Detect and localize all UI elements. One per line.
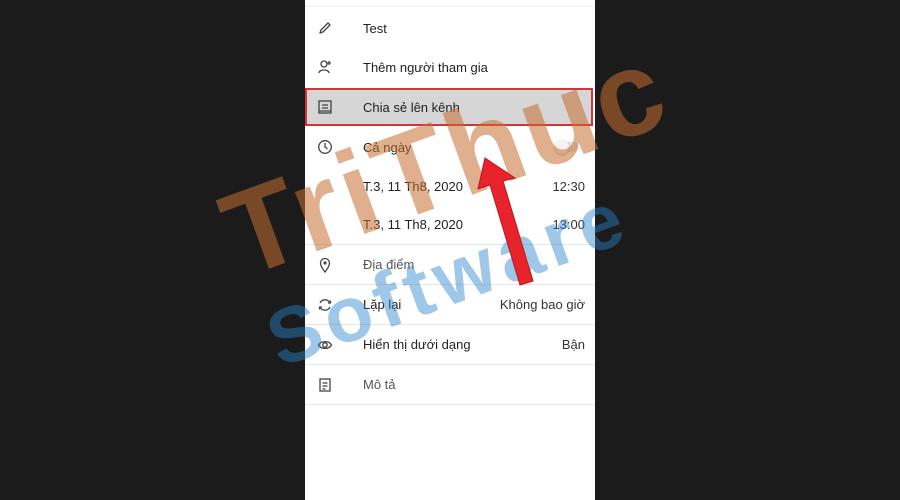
pencil-icon: [317, 20, 333, 36]
show-as-row[interactable]: Hiển thị dưới dạng Bận: [305, 325, 595, 365]
repeat-value: Không bao giờ: [499, 297, 585, 312]
add-participants-row[interactable]: Thêm người tham gia: [305, 47, 595, 87]
all-day-label: Cả ngày: [363, 139, 412, 155]
repeat-row[interactable]: Lặp lại Không bao giờ: [305, 285, 595, 325]
channel-icon: [317, 99, 333, 115]
all-day-row[interactable]: Cả ngày: [305, 127, 595, 167]
end-date[interactable]: T.3, 11 Th8, 2020: [363, 217, 463, 232]
start-time[interactable]: 12:30: [552, 179, 585, 194]
repeat-label: Lặp lại: [363, 297, 402, 312]
start-date[interactable]: T.3, 11 Th8, 2020: [363, 179, 463, 194]
repeat-icon: [317, 297, 333, 313]
divider: [305, 6, 595, 7]
end-datetime-row: T.3, 11 Th8, 2020 13:00: [305, 205, 595, 245]
share-channel-row[interactable]: Chia sẻ lên kênh: [305, 87, 595, 127]
location-placeholder: Địa điểm: [363, 257, 415, 272]
event-form: Test Thêm người tham gia Chia sẻ lên kên…: [305, 0, 595, 500]
eye-icon: [317, 337, 333, 353]
all-day-toggle[interactable]: [555, 140, 579, 154]
event-title[interactable]: Test: [363, 21, 387, 36]
show-as-value: Bận: [561, 337, 585, 352]
clock-icon: [317, 139, 333, 155]
show-as-label: Hiển thị dưới dạng: [363, 337, 471, 352]
location-row[interactable]: Địa điểm: [305, 245, 595, 285]
end-time[interactable]: 13:00: [552, 217, 585, 232]
description-placeholder: Mô tả: [363, 377, 396, 392]
start-datetime-row: T.3, 11 Th8, 2020 12:30: [305, 166, 595, 206]
note-icon: [317, 377, 333, 393]
title-row[interactable]: Test: [305, 8, 595, 48]
add-participants-label: Thêm người tham gia: [363, 59, 488, 75]
share-channel-label: Chia sẻ lên kênh: [363, 99, 460, 115]
add-person-icon: [317, 59, 333, 75]
description-row[interactable]: Mô tả: [305, 365, 595, 405]
location-pin-icon: [317, 257, 333, 273]
